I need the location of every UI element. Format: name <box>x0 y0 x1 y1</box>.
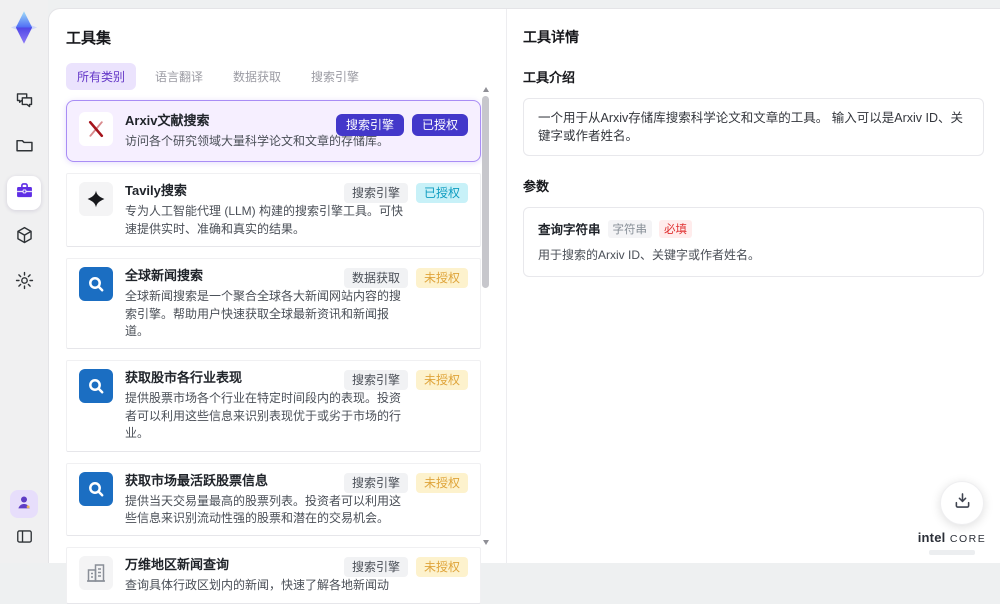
page-title: 工具集 <box>66 30 112 47</box>
news-search-icon <box>79 267 113 302</box>
category-badge: 搜索引擎 <box>343 183 408 204</box>
tool-list-item[interactable]: 获取股市各行业表现 提供股票市场各个行业在特定时间段内的表现。投资者可以利用这些… <box>66 360 481 452</box>
parameter-name: 查询字符串 <box>538 223 601 237</box>
details-title: 工具详情 <box>523 29 579 45</box>
sidebar-item-chat[interactable] <box>7 86 41 120</box>
category-badge: 搜索引擎 <box>335 114 404 136</box>
auth-status-badge: 未授权 <box>415 472 468 493</box>
tab-translation[interactable]: 语言翻译 <box>144 63 214 90</box>
tools-list: Arxiv文献搜索 访问各个研究领域大量科学论文和文章的存储库。 搜索引擎 已授… <box>66 100 481 604</box>
category-badge: 数据获取 <box>343 268 408 289</box>
sidebar-item-panel-toggle[interactable] <box>10 525 38 553</box>
cube-icon <box>14 225 35 251</box>
tool-list-item[interactable]: Tavily搜索 专为人工智能代理 (LLM) 构建的搜索引擎工具。可快速提供实… <box>66 173 481 248</box>
sidebar-item-settings[interactable] <box>7 266 41 300</box>
tool-list-item[interactable]: Arxiv文献搜索 访问各个研究领域大量科学论文和文章的存储库。 搜索引擎 已授… <box>66 100 481 163</box>
intro-heading: 工具介绍 <box>523 70 576 85</box>
tool-description: 提供股票市场各个行业在特定时间段内的表现。投资者可以利用这些信息来识别表现优于或… <box>125 391 402 441</box>
auth-status-badge: 未授权 <box>415 557 468 578</box>
tab-search[interactable]: 搜索引擎 <box>300 63 370 90</box>
folder-icon <box>14 135 35 161</box>
scrollbar-up-arrow[interactable] <box>483 87 489 92</box>
list-scrollbar[interactable] <box>481 87 491 545</box>
intel-core-logo: intel CORE <box>916 529 988 555</box>
tool-description: 全球新闻搜索是一个聚合全球各大新闻网站内容的搜索引擎。帮助用户快速获取全球最新资… <box>125 289 402 339</box>
category-badge: 搜索引擎 <box>343 370 408 391</box>
tool-description: 专为人工智能代理 (LLM) 构建的搜索引擎工具。可快速提供实时、准确和真实的结… <box>125 204 404 236</box>
sidebar-item-tools[interactable] <box>7 176 41 210</box>
panel-toggle-icon <box>15 527 34 551</box>
auth-status-badge: 未授权 <box>415 268 468 289</box>
sidebar-item-models[interactable] <box>7 221 41 255</box>
scrollbar-thumb[interactable] <box>482 96 489 288</box>
tavily-icon <box>79 182 113 217</box>
main-content-card: 工具集 所有类别 语言翻译 数据获取 搜索引擎 Arxiv文献搜索 访问各个研究领域大… <box>48 8 1000 604</box>
tool-details-panel: 工具详情 工具介绍 一个用于从Arxiv存储库搜索科学论文和文章的工具。 输入可… <box>506 9 1000 563</box>
tool-list-item[interactable]: 万维地区新闻查询 查询具体行政区划内的新闻，快速了解各地新闻动 搜索引擎 未授权 <box>66 547 481 604</box>
arxiv-icon <box>79 112 113 146</box>
tools-panel: 工具集 所有类别 语言翻译 数据获取 搜索引擎 Arxiv文献搜索 访问各个研究领域大… <box>49 9 506 604</box>
sidebar-nav <box>7 86 41 300</box>
tool-description: 提供当天交易量最高的股票列表。投资者可以利用这些信息来识别流动性强的股票和潜在的… <box>125 493 402 526</box>
left-sidebar <box>0 0 48 563</box>
parameter-description: 用于搜索的Arxiv ID、关键字或作者姓名。 <box>538 248 761 262</box>
auth-status-badge: 未授权 <box>415 370 468 391</box>
intro-text: 一个用于从Arxiv存储库搜索科学论文和文章的工具。 输入可以是Arxiv ID… <box>538 111 964 143</box>
download-icon <box>952 490 973 516</box>
chat-icon <box>14 90 35 116</box>
download-button[interactable] <box>940 481 984 525</box>
category-badge: 搜索引擎 <box>343 557 408 578</box>
sidebar-item-files[interactable] <box>7 131 41 165</box>
brand-core-text: CORE <box>949 533 987 545</box>
settings-icon <box>14 270 35 296</box>
scrollbar-down-arrow[interactable] <box>483 540 489 545</box>
region-news-icon <box>79 556 113 591</box>
news-search-icon <box>79 471 113 506</box>
parameter-type: 字符串 <box>607 219 653 238</box>
sidebar-bottom <box>10 490 38 553</box>
tool-list-item[interactable]: 全球新闻搜索 全球新闻搜索是一个聚合全球各大新闻网站内容的搜索引擎。帮助用户快速… <box>66 258 481 350</box>
avatar-icon <box>15 493 33 516</box>
brand-badge-bar <box>929 550 975 555</box>
params-list: 查询字符串 字符串 必填 用于搜索的Arxiv ID、关键字或作者姓名。 <box>523 207 984 277</box>
brand-intel-text: intel <box>917 530 946 545</box>
app-logo <box>9 10 39 44</box>
auth-status-badge: 已授权 <box>415 183 468 204</box>
intro-card: 一个用于从Arxiv存储库搜索科学论文和文章的工具。 输入可以是Arxiv ID… <box>523 98 984 156</box>
category-badge: 搜索引擎 <box>343 472 408 493</box>
parameter-required-badge: 必填 <box>659 219 693 238</box>
tool-list-item[interactable]: 获取市场最活跃股票信息 提供当天交易量最高的股票列表。投资者可以利用这些信息来识… <box>66 462 481 537</box>
tab-all[interactable]: 所有类别 <box>66 63 137 90</box>
auth-status-badge: 已授权 <box>411 114 468 136</box>
parameter-card: 查询字符串 字符串 必填 用于搜索的Arxiv ID、关键字或作者姓名。 <box>523 207 984 277</box>
category-tabs: 所有类别 语言翻译 数据获取 搜索引擎 <box>66 63 480 90</box>
params-heading: 参数 <box>523 179 550 194</box>
tool-description: 查询具体行政区划内的新闻，快速了解各地新闻动 <box>125 578 390 593</box>
news-search-icon <box>79 369 113 404</box>
sidebar-item-profile[interactable] <box>10 490 38 518</box>
tab-data[interactable]: 数据获取 <box>222 63 292 90</box>
toolbox-icon <box>14 180 35 206</box>
